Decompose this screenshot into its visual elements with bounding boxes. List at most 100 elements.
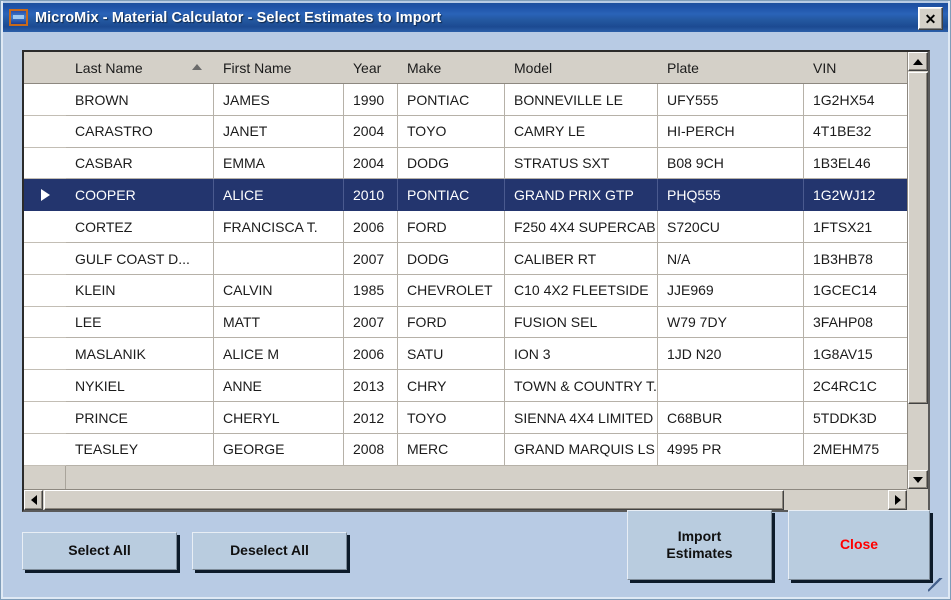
- cell-plate[interactable]: B08 9CH: [658, 147, 804, 179]
- cell-make[interactable]: CHEVROLET: [398, 274, 505, 306]
- row-selector[interactable]: [24, 370, 66, 402]
- cell-year[interactable]: 1990: [344, 84, 398, 115]
- row-selector[interactable]: [24, 148, 66, 180]
- cell-plate[interactable]: HI-PERCH: [658, 115, 804, 147]
- cell-year[interactable]: 2006: [344, 211, 398, 243]
- cell-make[interactable]: PONTIAC: [398, 179, 505, 211]
- cell-model[interactable]: CAMRY LE: [505, 115, 658, 147]
- scroll-down-button[interactable]: [908, 470, 928, 489]
- cell-plate[interactable]: W79 7DY: [658, 306, 804, 338]
- cell-plate[interactable]: UFY555: [658, 84, 804, 115]
- cell-plate[interactable]: PHQ555: [658, 179, 804, 211]
- cell-model[interactable]: ION 3: [505, 338, 658, 370]
- cell-plate[interactable]: [658, 370, 804, 402]
- cell-first_name[interactable]: MATT: [214, 306, 344, 338]
- cell-first_name[interactable]: GEORGE: [214, 433, 344, 465]
- table-row[interactable]: LEE MATT 2007 FORD FUSION SEL W79 7DY 3FAHP08: [24, 306, 928, 339]
- horizontal-scrollbar[interactable]: [24, 489, 907, 510]
- cell-model[interactable]: C10 4X2 FLEETSIDE: [505, 274, 658, 306]
- vertical-scrollbar[interactable]: [907, 52, 928, 489]
- table-row[interactable]: PRINCE CHERYL 2012 TOYO SIENNA 4X4 LIMITED C6…: [24, 402, 928, 434]
- cell-last_name[interactable]: CARASTRO: [66, 115, 214, 147]
- scroll-left-button[interactable]: [24, 490, 43, 510]
- import-estimates-button[interactable]: Import Estimates: [627, 510, 772, 580]
- column-header-year[interactable]: Year: [344, 52, 398, 83]
- cell-year[interactable]: 2008: [344, 433, 398, 465]
- cell-make[interactable]: PONTIAC: [398, 84, 505, 115]
- column-header-plate[interactable]: Plate: [658, 52, 804, 83]
- cell-plate[interactable]: JJE969: [658, 274, 804, 306]
- table-row[interactable]: BROWN JAMES 1990 PONTIAC BONNEVILLE LE UFY555…: [24, 84, 928, 116]
- resize-grip[interactable]: [928, 578, 944, 594]
- cell-last_name[interactable]: TEASLEY: [66, 433, 214, 465]
- table-row[interactable]: TEASLEY GEORGE 2008 MERC GRAND MARQUIS LS 499…: [24, 433, 928, 466]
- cell-plate[interactable]: N/A: [658, 243, 804, 274]
- table-row[interactable]: GULF COAST D... 2007 DODG CALIBER RT N/A 1B3H…: [24, 243, 928, 275]
- cell-plate[interactable]: 1JD N20: [658, 338, 804, 370]
- row-selector[interactable]: [24, 211, 66, 243]
- cell-first_name[interactable]: CHERYL: [214, 402, 344, 433]
- cell-first_name[interactable]: ALICE M: [214, 338, 344, 370]
- cell-model[interactable]: CALIBER RT: [505, 243, 658, 274]
- cell-model[interactable]: TOWN & COUNTRY T...: [505, 370, 658, 402]
- cell-last_name[interactable]: CASBAR: [66, 147, 214, 179]
- table-row[interactable]: KLEIN CALVIN 1985 CHEVROLET C10 4X2 FLEETSID…: [24, 274, 928, 307]
- cell-year[interactable]: 2010: [344, 179, 398, 211]
- cell-year[interactable]: 2007: [344, 306, 398, 338]
- cell-year[interactable]: 1985: [344, 274, 398, 306]
- column-header-model[interactable]: Model: [505, 52, 658, 83]
- cell-make[interactable]: TOYO: [398, 115, 505, 147]
- cell-last_name[interactable]: MASLANIK: [66, 338, 214, 370]
- close-button[interactable]: Close: [788, 510, 930, 580]
- row-selector[interactable]: [24, 179, 66, 212]
- column-header-make[interactable]: Make: [398, 52, 505, 83]
- cell-make[interactable]: DODG: [398, 147, 505, 179]
- cell-last_name[interactable]: CORTEZ: [66, 211, 214, 243]
- vertical-scroll-thumb[interactable]: [908, 72, 928, 404]
- cell-first_name[interactable]: JAMES: [214, 84, 344, 115]
- cell-model[interactable]: FUSION SEL: [505, 306, 658, 338]
- cell-year[interactable]: 2013: [344, 370, 398, 402]
- scroll-right-button[interactable]: [888, 490, 907, 510]
- cell-make[interactable]: DODG: [398, 243, 505, 274]
- cell-model[interactable]: GRAND PRIX GTP: [505, 179, 658, 211]
- cell-last_name[interactable]: KLEIN: [66, 274, 214, 306]
- cell-last_name[interactable]: PRINCE: [66, 402, 214, 433]
- column-header-last_name[interactable]: Last Name: [66, 52, 214, 83]
- cell-first_name[interactable]: ALICE: [214, 179, 344, 211]
- cell-year[interactable]: 2012: [344, 402, 398, 433]
- row-selector[interactable]: [24, 275, 66, 307]
- cell-make[interactable]: FORD: [398, 211, 505, 243]
- cell-plate[interactable]: 4995 PR: [658, 433, 804, 465]
- cell-make[interactable]: MERC: [398, 433, 505, 465]
- cell-model[interactable]: GRAND MARQUIS LS: [505, 433, 658, 465]
- row-selector[interactable]: [24, 402, 66, 434]
- cell-first_name[interactable]: CALVIN: [214, 274, 344, 306]
- close-icon[interactable]: ✕: [918, 7, 943, 30]
- cell-make[interactable]: TOYO: [398, 402, 505, 433]
- row-selector[interactable]: [24, 338, 66, 371]
- select-all-button[interactable]: Select All: [22, 532, 177, 570]
- cell-last_name[interactable]: NYKIEL: [66, 370, 214, 402]
- cell-make[interactable]: SATU: [398, 338, 505, 370]
- row-selector[interactable]: [24, 84, 66, 116]
- cell-first_name[interactable]: FRANCISCA T.: [214, 211, 344, 243]
- cell-last_name[interactable]: BROWN: [66, 84, 214, 115]
- table-row[interactable]: NYKIEL ANNE 2013 CHRY TOWN & COUNTRY T... 2C4…: [24, 370, 928, 402]
- cell-year[interactable]: 2004: [344, 147, 398, 179]
- cell-year[interactable]: 2004: [344, 115, 398, 147]
- cell-plate[interactable]: C68BUR: [658, 402, 804, 433]
- cell-make[interactable]: FORD: [398, 306, 505, 338]
- cell-plate[interactable]: S720CU: [658, 211, 804, 243]
- cell-first_name[interactable]: ANNE: [214, 370, 344, 402]
- row-selector[interactable]: [24, 243, 66, 275]
- table-row[interactable]: COOPER ALICE 2010 PONTIAC GRAND PRIX GTP PHQ5…: [24, 179, 928, 212]
- cell-make[interactable]: CHRY: [398, 370, 505, 402]
- cell-year[interactable]: 2007: [344, 243, 398, 274]
- cell-year[interactable]: 2006: [344, 338, 398, 370]
- deselect-all-button[interactable]: Deselect All: [192, 532, 347, 570]
- scroll-up-button[interactable]: [908, 52, 928, 71]
- cell-model[interactable]: SIENNA 4X4 LIMITED: [505, 402, 658, 433]
- grid-body[interactable]: BROWN JAMES 1990 PONTIAC BONNEVILLE LE UFY555…: [24, 84, 928, 510]
- cell-first_name[interactable]: [214, 243, 344, 274]
